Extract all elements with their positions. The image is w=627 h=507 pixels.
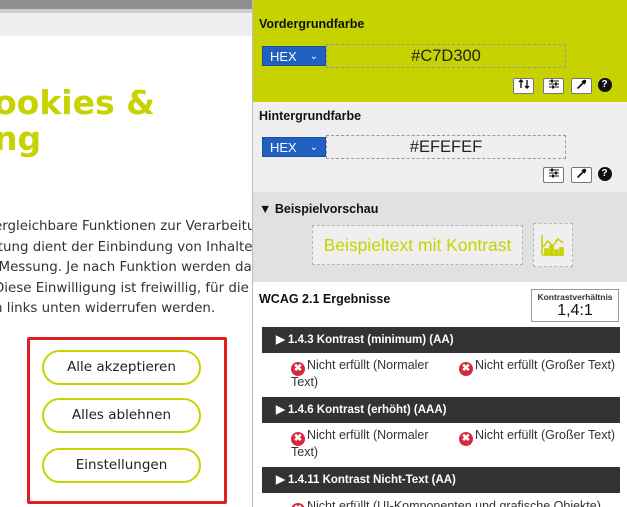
help-icon[interactable]: ? [594, 167, 615, 183]
result-text: Nicht erfüllt (Normaler [307, 428, 429, 442]
result-text: Text) [291, 445, 319, 459]
contrast-ratio-box: Kontrastverhältnis 1,4:1 [531, 289, 619, 322]
result-text: Nicht erfüllt (Normaler [307, 358, 429, 372]
cookie-title-line-1: ookies & [0, 83, 155, 122]
cookie-text-line: /Messung. Je nach Funktion werden dab [0, 260, 252, 275]
eyedropper-icon[interactable] [571, 167, 592, 183]
fail-icon: ✖ [291, 503, 305, 507]
help-icon[interactable]: ? [594, 78, 615, 94]
criterion-1-4-3-large-result: ✖ Nicht erfüllt (Großer Text) [459, 359, 615, 376]
result-text: Nicht erfüllt (UI-Komponenten und grafis… [307, 499, 601, 507]
fail-icon: ✖ [459, 432, 473, 446]
cookie-text-line: n links unten widerrufen werden. [0, 301, 216, 316]
criterion-1-4-11-result: ✖Nicht erfüllt (UI-Komponenten und grafi… [291, 500, 601, 507]
foreground-title: Vordergrundfarbe [259, 17, 365, 31]
criterion-1-4-6-toggle[interactable]: ▶ 1.4.6 Kontrast (erhöht) (AAA) [262, 397, 620, 423]
cookie-banner-page: ookies & ng ergleichbare Funktionen zur … [0, 0, 252, 507]
contrast-checker-panel: Vordergrundfarbe HEX ⌄ #C7D300 ? Hinterg… [252, 0, 627, 507]
foreground-hex-input[interactable]: #C7D300 [326, 44, 566, 68]
reject-all-button[interactable]: Alles ablehnen [42, 398, 201, 433]
background-hex-input[interactable]: #EFEFEF [326, 135, 566, 159]
fail-icon: ✖ [291, 432, 305, 446]
chevron-down-icon: ⌄ [309, 51, 318, 62]
cookie-text-line: itung dient der Einbindung von Inhalten [0, 239, 252, 255]
sliders-icon[interactable] [543, 78, 564, 94]
background-format-select[interactable]: HEX ⌄ [262, 137, 326, 157]
header-strip [0, 0, 252, 9]
chevron-down-icon: ⌄ [309, 142, 318, 153]
criterion-1-4-3-normal-result: ✖ Nicht erfüllt (Normaler Text) [291, 359, 461, 389]
cookie-text-line: Diese Einwilligung ist freiwillig, für d… [0, 280, 252, 296]
cookie-title-line-2: ng [0, 119, 42, 158]
result-text: Nicht erfüllt (Großer Text) [475, 428, 616, 442]
preview-section: ▼ Beispielvorschau Beispieltext mit Kont… [253, 192, 627, 282]
cookie-description: ergleichbare Funktionen zur Verarbeitun … [0, 217, 252, 320]
settings-button[interactable]: Einstellungen [42, 448, 201, 483]
criterion-1-4-6-normal-result: ✖ Nicht erfüllt (Normaler Text) [291, 429, 461, 459]
background-format-value: HEX [270, 140, 297, 155]
foreground-format-select[interactable]: HEX ⌄ [262, 46, 326, 66]
preview-chart-icon [533, 223, 573, 267]
criterion-1-4-11-toggle[interactable]: ▶ 1.4.11 Kontrast Nicht-Text (AA) [262, 467, 620, 493]
result-text: Nicht erfüllt (Großer Text) [475, 358, 616, 372]
preview-sample-text: Beispieltext mit Kontrast [312, 225, 523, 265]
results-title: WCAG 2.1 Ergebnisse [259, 292, 391, 306]
background-title: Hintergrundfarbe [259, 109, 362, 123]
fail-icon: ✖ [459, 362, 473, 376]
foreground-format-value: HEX [270, 49, 297, 64]
header-strip-shadow [0, 9, 252, 13]
result-text: Text) [291, 375, 319, 389]
contrast-ratio-label: Kontrastverhältnis [537, 292, 613, 302]
foreground-section: Vordergrundfarbe HEX ⌄ #C7D300 ? [253, 0, 627, 102]
fail-icon: ✖ [291, 362, 305, 376]
contrast-ratio-value: 1,4:1 [557, 302, 593, 319]
cookie-text-line: ergleichbare Funktionen zur Verarbeitun [0, 219, 252, 234]
results-section: WCAG 2.1 Ergebnisse Kontrastverhältnis 1… [253, 282, 627, 507]
criterion-1-4-6-large-result: ✖ Nicht erfüllt (Großer Text) [459, 429, 615, 446]
background-section: Hintergrundfarbe HEX ⌄ #EFEFEF ? [253, 102, 627, 192]
sliders-icon[interactable] [543, 167, 564, 183]
accept-all-button[interactable]: Alle akzeptieren [42, 350, 201, 385]
eyedropper-icon[interactable] [571, 78, 592, 94]
preview-toggle[interactable]: ▼ Beispielvorschau [259, 202, 378, 216]
swap-icon[interactable] [513, 78, 534, 94]
criterion-1-4-3-toggle[interactable]: ▶ 1.4.3 Kontrast (minimum) (AA) [262, 327, 620, 353]
